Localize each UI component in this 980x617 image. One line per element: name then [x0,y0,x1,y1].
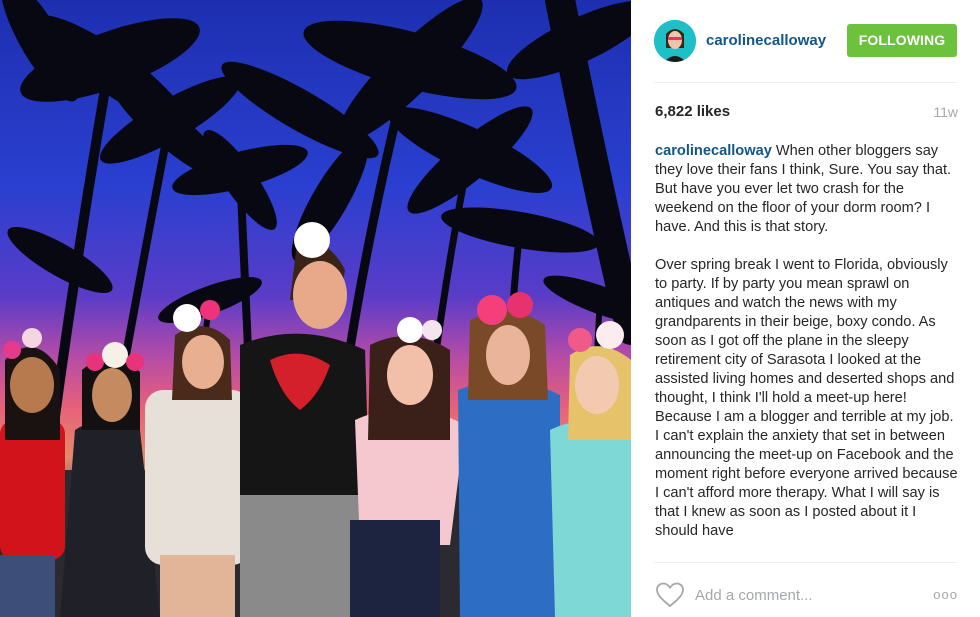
post-photo[interactable] [0,0,631,617]
header-divider [654,82,957,83]
avatar-image [654,20,696,62]
caption-paragraph: Over spring break I went to Florida, obv… [655,257,955,425]
caption-paragraph: I can't explain the anxiety that set in … [655,428,958,539]
post-author-username[interactable]: carolinecalloway [706,32,826,49]
following-button[interactable]: FOLLOWING [847,24,957,57]
caption-username[interactable]: carolinecalloway [655,143,772,159]
group-photo-illustration [0,0,631,617]
avatar[interactable] [654,20,696,62]
post-timestamp[interactable]: 11w [933,104,958,120]
likes-count[interactable]: 6,822 likes [655,103,730,120]
post-header: carolinecalloway FOLLOWING [631,0,980,82]
post-details-panel: carolinecalloway FOLLOWING 6,822 likes 1… [631,0,980,617]
footer-divider [654,562,957,563]
add-comment-input[interactable] [695,584,915,606]
comment-bar: ooo [631,574,980,617]
heart-icon[interactable] [655,581,685,609]
caption-paragraph: carolinecalloway When other bloggers say… [655,142,960,237]
post-caption: carolinecalloway When other bloggers say… [655,142,960,557]
more-options-icon[interactable]: ooo [933,587,958,602]
